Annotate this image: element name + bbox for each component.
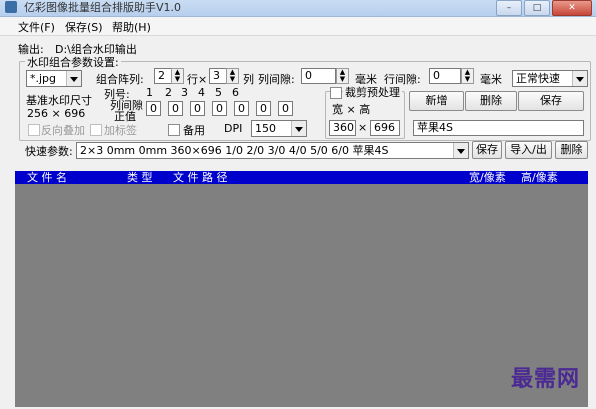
- crop-width-input[interactable]: 360: [329, 120, 356, 136]
- col-header-width[interactable]: 宽/像素: [469, 171, 506, 184]
- format-select[interactable]: *.jpg: [26, 70, 82, 87]
- site-watermark: 最需网: [510, 366, 580, 392]
- col-number-4: 4: [198, 86, 205, 99]
- app-window: 亿彩图像批量组合排版助手V1.0 – □ ✕ 文件(F) 保存(S) 帮助(H)…: [0, 0, 596, 409]
- col-gap-input[interactable]: 0: [301, 68, 336, 84]
- table-header: 文 件 名 类 型 文 件 路 径 宽/像素 高/像素: [15, 171, 588, 184]
- preset-name-input[interactable]: 苹果4S: [413, 120, 584, 136]
- col-number-1: 1: [146, 86, 153, 99]
- col-spacing-cell[interactable]: 0: [278, 101, 293, 116]
- col-number-5: 5: [215, 86, 222, 99]
- menu-bar: 文件(F) 保存(S) 帮助(H): [0, 17, 596, 36]
- col-spacing-cell[interactable]: 0: [212, 101, 227, 116]
- rows-input[interactable]: 2: [154, 68, 172, 84]
- minimize-button[interactable]: –: [496, 0, 522, 16]
- maximize-button[interactable]: □: [524, 0, 550, 16]
- dpi-select[interactable]: 150: [251, 120, 307, 137]
- speed-select[interactable]: 正常快速: [512, 70, 588, 87]
- reverse-label: 反向叠加: [41, 124, 85, 137]
- quick-params-label: 快速参数:: [25, 145, 73, 158]
- width-height-label: 宽 × 高: [332, 103, 371, 116]
- chevron-down-icon: [572, 71, 587, 86]
- quick-params-select[interactable]: 2×3 0mm 0mm 360×696 1/0 2/0 3/0 4/0 5/0 …: [76, 142, 469, 159]
- delete-preset-button[interactable]: 删除: [465, 91, 517, 111]
- chevron-down-icon: [66, 71, 81, 86]
- quick-params-value: 2×3 0mm 0mm 360×696 1/0 2/0 3/0 4/0 5/0 …: [80, 144, 389, 157]
- base-size-value: 256 × 696: [27, 107, 86, 120]
- col-header-path[interactable]: 文 件 路 径: [173, 171, 228, 184]
- combo-array-label: 组合阵列:: [96, 73, 144, 86]
- save-preset-button[interactable]: 保存: [518, 91, 584, 111]
- spin-down-icon: ▼: [464, 75, 471, 83]
- import-export-button[interactable]: 导入/出: [505, 141, 552, 159]
- col-header-filename[interactable]: 文 件 名: [27, 171, 67, 184]
- dpi-value: 150: [255, 122, 276, 135]
- dpi-label: DPI: [224, 122, 243, 135]
- speed-value: 正常快速: [516, 72, 560, 85]
- params-legend: 水印组合参数设置:: [25, 54, 121, 70]
- spin-down-icon: ▼: [229, 75, 236, 83]
- row-gap-unit: 毫米: [480, 73, 502, 86]
- backup-checkbox[interactable]: [168, 124, 180, 136]
- row-gap-input[interactable]: 0: [429, 68, 461, 84]
- title-bar[interactable]: 亿彩图像批量组合排版助手V1.0 – □ ✕: [0, 0, 596, 17]
- col-number-6: 6: [232, 86, 239, 99]
- col-header-height[interactable]: 高/像素: [521, 171, 558, 184]
- window-controls: – □ ✕: [496, 0, 592, 16]
- col-gap-spinner[interactable]: ▲ ▼: [336, 68, 349, 84]
- quick-delete-button[interactable]: 删除: [555, 141, 588, 159]
- add-tag-label: 加标签: [104, 124, 137, 137]
- spin-down-icon: ▼: [174, 75, 181, 83]
- col-spacing-cell[interactable]: 0: [256, 101, 271, 116]
- menu-help[interactable]: 帮助(H): [112, 19, 151, 35]
- crop-checkbox[interactable]: [330, 87, 342, 99]
- crop-times: ×: [358, 121, 368, 134]
- new-button[interactable]: 新增: [409, 91, 464, 111]
- row-gap-spinner[interactable]: ▲ ▼: [461, 68, 474, 84]
- col-spacing-cell[interactable]: 0: [168, 101, 183, 116]
- col-header-type[interactable]: 类 型: [127, 171, 153, 184]
- rows-unit: 行×: [187, 73, 208, 86]
- chevron-down-icon: [453, 143, 468, 158]
- menu-file[interactable]: 文件(F): [18, 19, 55, 35]
- backup-label: 备用: [183, 124, 205, 137]
- close-button[interactable]: ✕: [552, 0, 592, 16]
- spin-down-icon: ▼: [339, 75, 346, 83]
- col-spacing-cell[interactable]: 0: [190, 101, 205, 116]
- col-number-2: 2: [165, 86, 172, 99]
- col-spacing-cell[interactable]: 0: [234, 101, 249, 116]
- cols-unit: 列: [243, 73, 254, 86]
- col-spacing-cell[interactable]: 0: [146, 101, 161, 116]
- crop-height-input[interactable]: 696: [370, 120, 400, 136]
- rows-spinner[interactable]: ▲ ▼: [171, 68, 184, 84]
- menu-save[interactable]: 保存(S): [65, 19, 103, 35]
- window-title: 亿彩图像批量组合排版助手V1.0: [24, 1, 182, 14]
- cols-spinner[interactable]: ▲ ▼: [226, 68, 239, 84]
- chevron-down-icon: [291, 121, 306, 136]
- add-tag-checkbox[interactable]: [90, 124, 102, 136]
- reverse-checkbox[interactable]: [28, 124, 40, 136]
- col-number-3: 3: [181, 86, 188, 99]
- crop-label: 裁剪预处理: [343, 84, 402, 100]
- format-value: *.jpg: [30, 72, 57, 85]
- col-gap-label: 列间隙:: [258, 73, 295, 86]
- base-size-label: 基准水印尺寸: [26, 94, 92, 107]
- cols-input[interactable]: 3: [209, 68, 227, 84]
- app-icon: [5, 1, 17, 13]
- quick-save-button[interactable]: 保存: [472, 141, 502, 159]
- file-list-table[interactable]: 文 件 名 类 型 文 件 路 径 宽/像素 高/像素: [15, 171, 588, 407]
